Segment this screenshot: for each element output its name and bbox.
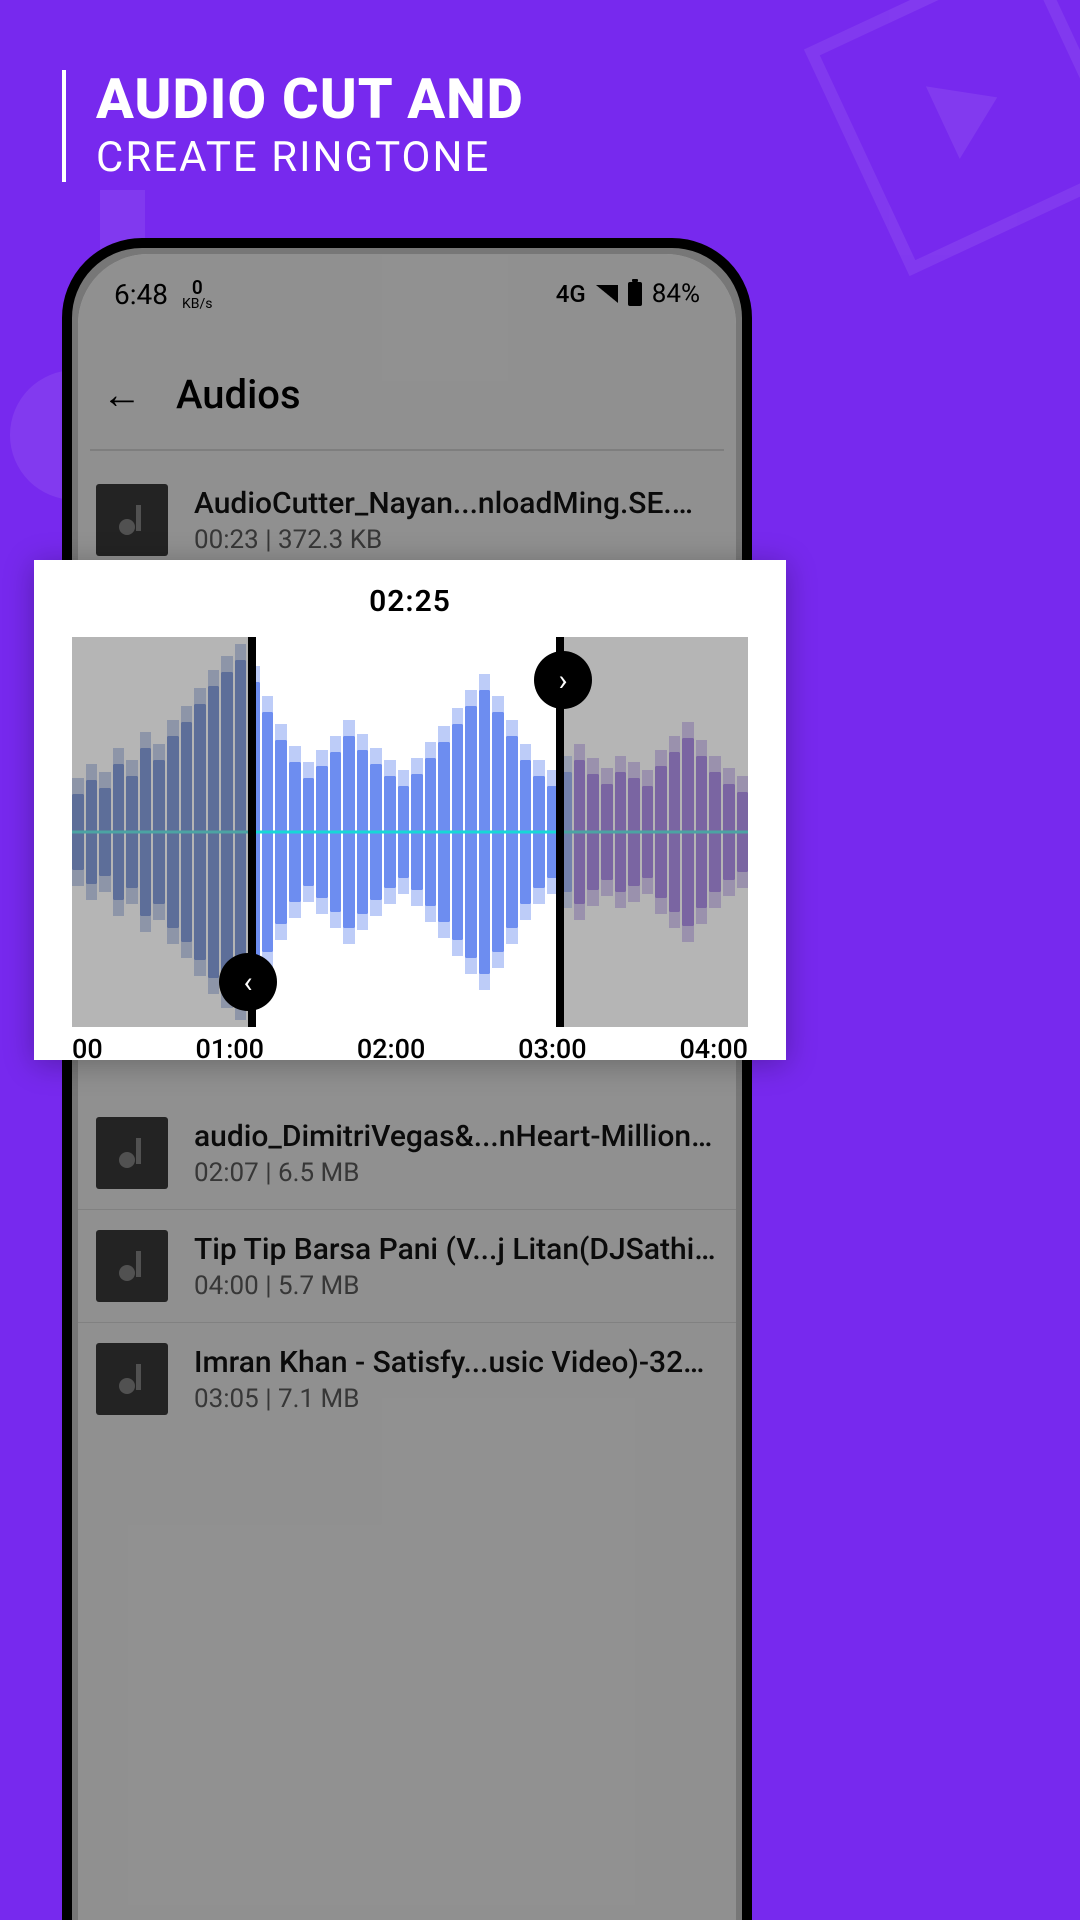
current-time: 02:25 (72, 584, 748, 619)
heading-subtitle: CREATE RINGTONE (96, 133, 524, 182)
list-item[interactable]: audio_DimitriVegas&...nHeart-Million.wav… (78, 1097, 736, 1210)
chevron-right-icon: › (558, 663, 567, 698)
audio-thumb (96, 484, 168, 556)
file-name: audio_DimitriVegas&...nHeart-Million.wav (194, 1119, 718, 1154)
file-meta: 02:07 | 6.5 MB (194, 1158, 718, 1188)
bg-film-deco (771, 0, 1080, 309)
tick: 02:00 (357, 1033, 426, 1065)
music-note-icon (123, 505, 141, 535)
file-name: Imran Khan - Satisfy...usic Video)-320.m… (194, 1345, 718, 1380)
app-bar: ← Audios (78, 354, 736, 434)
file-meta: 03:05 | 7.1 MB (194, 1384, 718, 1414)
divider (90, 449, 724, 451)
status-bar: 6:48 0 KB/s 4G 84% (78, 254, 736, 334)
list-item[interactable]: Imran Khan - Satisfy...usic Video)-320.m… (78, 1323, 736, 1435)
tick: 01:00 (196, 1033, 265, 1065)
chevron-left-icon: ‹ (243, 965, 252, 1000)
file-meta: 00:23 | 372.3 KB (194, 525, 718, 555)
music-note-icon (123, 1138, 141, 1168)
audio-cutter-panel: 02:25 ‹ › 00 01:00 02:00 03:00 04:00 (34, 560, 786, 1060)
heading-title: AUDIO CUT AND (96, 70, 524, 129)
signal-icon (596, 285, 618, 303)
audio-thumb (96, 1343, 168, 1415)
trim-region-right (564, 637, 748, 1027)
phone-screen: 6:48 0 KB/s 4G 84% ← Audios Audio (78, 254, 736, 1920)
audio-thumb (96, 1230, 168, 1302)
file-name: Tip Tip Barsa Pani (V...j Litan(DJSathi)… (194, 1232, 718, 1267)
phone-frame: 6:48 0 KB/s 4G 84% ← Audios Audio (62, 238, 752, 1920)
tick: 04:00 (679, 1033, 748, 1065)
speed-unit: KB/s (182, 297, 213, 311)
music-note-icon (123, 1251, 141, 1281)
status-battery: 84% (652, 279, 700, 309)
status-speed: 0 KB/s (182, 278, 213, 311)
file-meta: 04:00 | 5.7 MB (194, 1271, 718, 1301)
back-arrow-icon[interactable]: ← (102, 371, 142, 418)
trim-knob-start[interactable]: ‹ (219, 953, 277, 1011)
waveform-area[interactable]: ‹ › (72, 637, 748, 1027)
speed-value: 0 (192, 278, 203, 297)
promo-heading: AUDIO CUT AND CREATE RINGTONE (62, 70, 524, 182)
time-ticks: 00 01:00 02:00 03:00 04:00 (72, 1033, 748, 1065)
battery-icon (628, 282, 642, 306)
status-time: 6:48 (114, 278, 168, 311)
list-item[interactable]: Tip Tip Barsa Pani (V...j Litan(DJSathi)… (78, 1210, 736, 1323)
trim-knob-end[interactable]: › (534, 651, 592, 709)
status-network: 4G (556, 280, 586, 308)
tick: 03:00 (518, 1033, 587, 1065)
tick: 00 (72, 1033, 103, 1065)
audio-thumb (96, 1117, 168, 1189)
file-name: AudioCutter_Nayan...nloadMing.SE.mp3 (194, 486, 718, 521)
appbar-title: Audios (176, 371, 301, 418)
music-note-icon (123, 1364, 141, 1394)
